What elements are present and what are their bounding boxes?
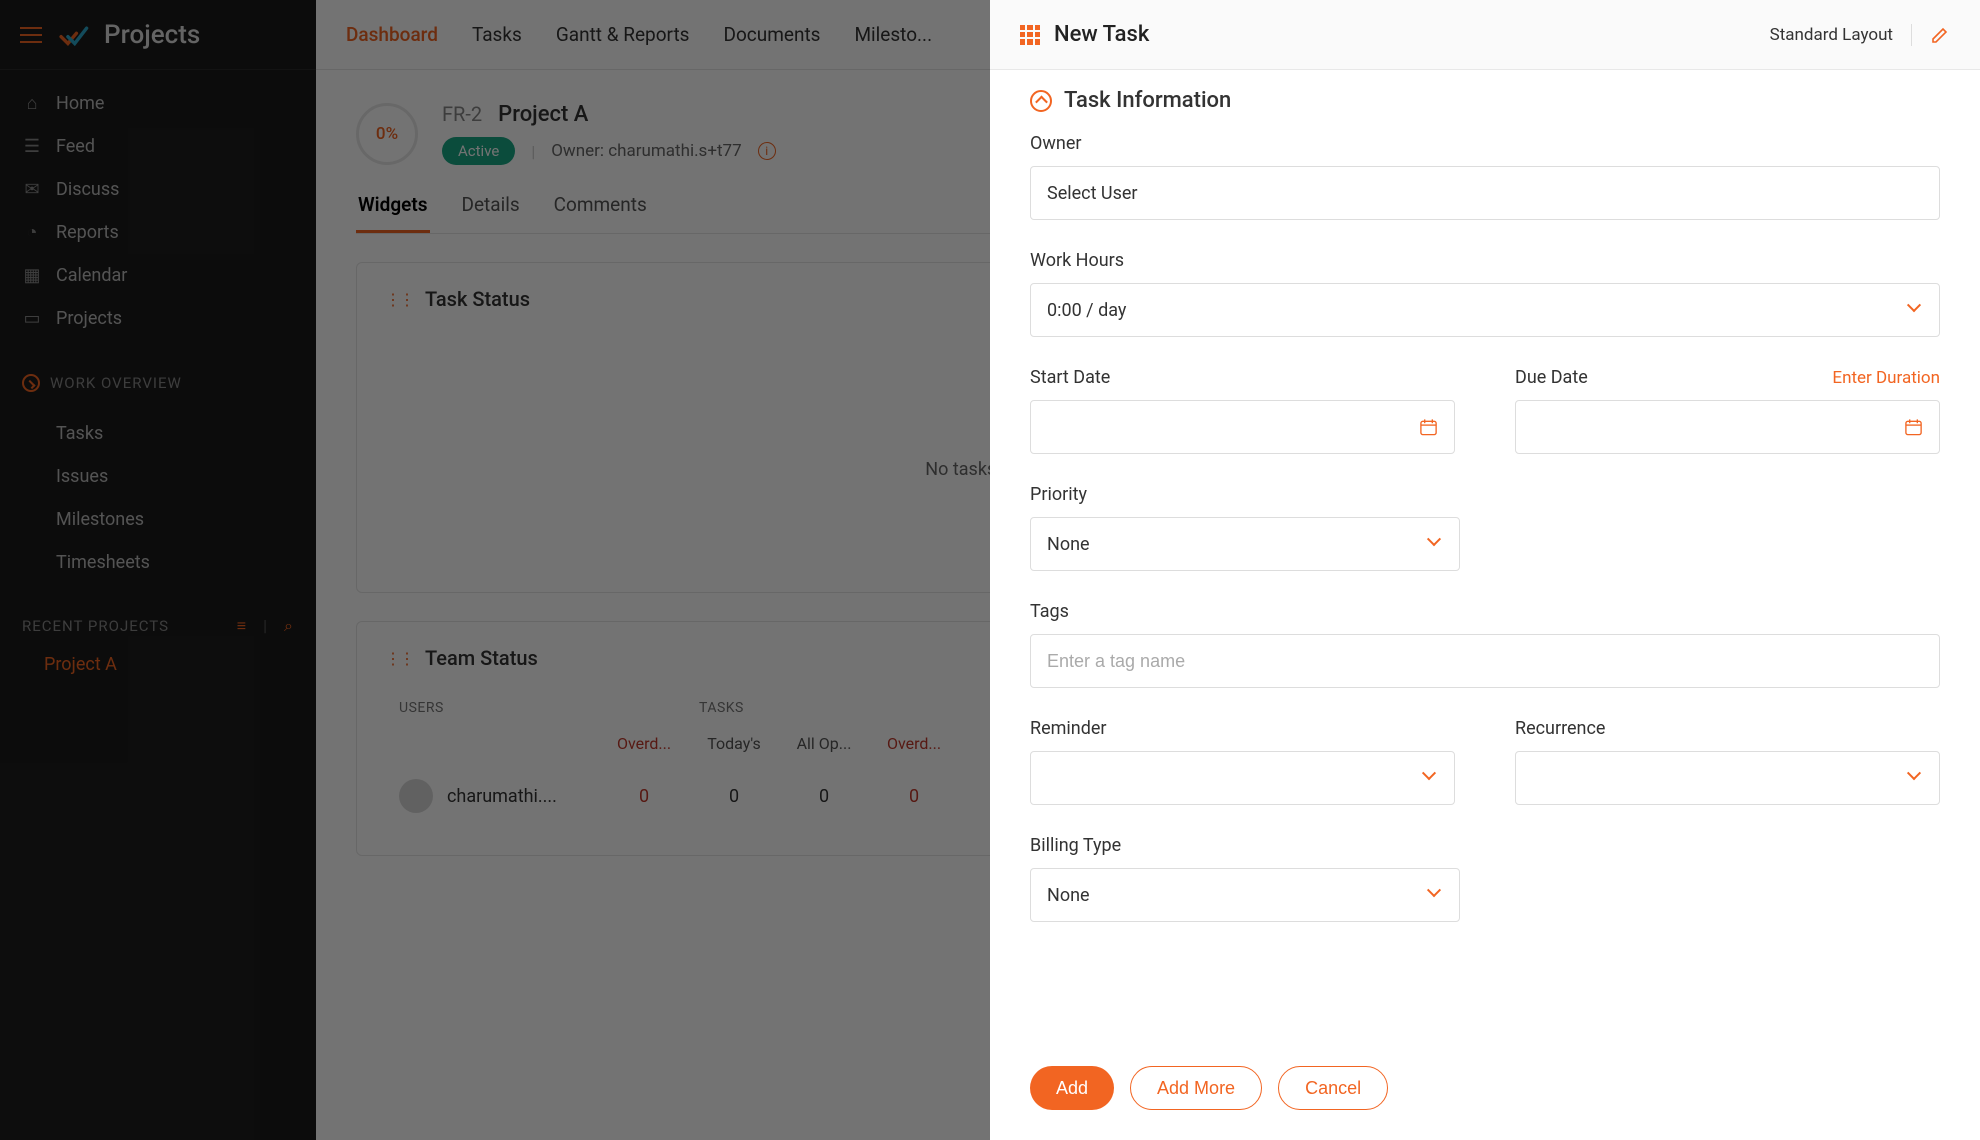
drawer-footer: Add Add More Cancel: [990, 1052, 1980, 1140]
due-date-label: Due Date: [1515, 367, 1588, 388]
apps-grid-icon[interactable]: [1020, 25, 1040, 45]
pencil-icon[interactable]: [1930, 25, 1950, 45]
billing-type-label: Billing Type: [1030, 835, 1940, 856]
start-date-input[interactable]: [1030, 400, 1455, 454]
priority-label: Priority: [1030, 484, 1940, 505]
layout-selector[interactable]: Standard Layout: [1770, 25, 1893, 45]
calendar-icon[interactable]: [1904, 417, 1923, 437]
drawer-title: New Task: [1054, 22, 1149, 47]
owner-label: Owner: [1030, 133, 1940, 154]
chevron-down-icon: [1909, 771, 1923, 785]
owner-select[interactable]: Select User: [1030, 166, 1940, 220]
section-title: Task Information: [1064, 88, 1231, 113]
add-more-button[interactable]: Add More: [1130, 1066, 1262, 1110]
due-date-field[interactable]: [1532, 417, 1904, 438]
owner-value: Select User: [1047, 183, 1138, 204]
work-hours-label: Work Hours: [1030, 250, 1940, 271]
reminder-label: Reminder: [1030, 718, 1455, 739]
tags-input[interactable]: [1047, 651, 1923, 672]
start-date-field[interactable]: [1047, 417, 1419, 438]
recurrence-select[interactable]: [1515, 751, 1940, 805]
priority-value: None: [1047, 534, 1090, 555]
recurrence-label: Recurrence: [1515, 718, 1940, 739]
work-hours-select[interactable]: 0:00 / day: [1030, 283, 1940, 337]
reminder-select[interactable]: [1030, 751, 1455, 805]
chevron-down-icon: [1424, 771, 1438, 785]
priority-select[interactable]: None: [1030, 517, 1460, 571]
divider: [1911, 24, 1912, 46]
tags-label: Tags: [1030, 601, 1940, 622]
enter-duration-link[interactable]: Enter Duration: [1832, 368, 1940, 388]
billing-type-select[interactable]: None: [1030, 868, 1460, 922]
due-date-input[interactable]: [1515, 400, 1940, 454]
chevron-down-icon: [1909, 303, 1923, 317]
chevron-down-icon: [1429, 888, 1443, 902]
drawer-header: New Task Standard Layout: [990, 0, 1980, 70]
new-task-drawer: New Task Standard Layout Task Informatio…: [990, 0, 1980, 1140]
chevron-down-icon: [1429, 537, 1443, 551]
drawer-body: Task Information Owner Select User Work …: [990, 70, 1980, 1052]
calendar-icon[interactable]: [1419, 417, 1438, 437]
cancel-button[interactable]: Cancel: [1278, 1066, 1388, 1110]
billing-value: None: [1047, 885, 1090, 906]
start-date-label: Start Date: [1030, 367, 1455, 388]
tags-input-wrap[interactable]: [1030, 634, 1940, 688]
section-header[interactable]: Task Information: [1030, 88, 1940, 113]
chevron-up-icon: [1030, 90, 1052, 112]
work-hours-value: 0:00 / day: [1047, 300, 1126, 321]
add-button[interactable]: Add: [1030, 1066, 1114, 1110]
